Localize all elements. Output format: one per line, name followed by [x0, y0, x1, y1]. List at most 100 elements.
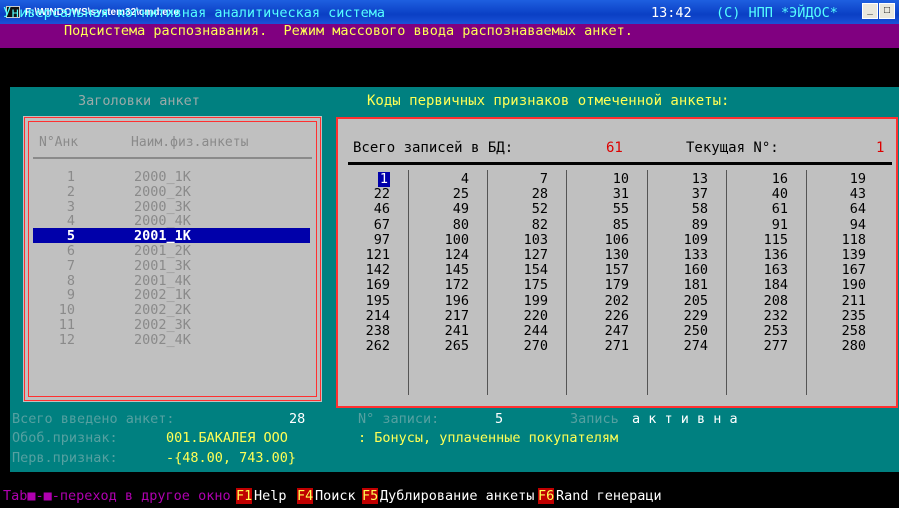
code-cell[interactable]: 121	[346, 247, 390, 263]
code-cell[interactable]: 130	[585, 247, 629, 263]
code-cell[interactable]: 124	[425, 247, 469, 263]
f6-key[interactable]: F6	[538, 488, 555, 504]
code-cell[interactable]: 106	[585, 232, 629, 248]
f5-duplicate[interactable]: Дублирование анкеты	[380, 488, 534, 504]
code-cell[interactable]: 67	[346, 217, 390, 233]
code-cell[interactable]: 10	[585, 171, 629, 187]
code-cell[interactable]: 136	[744, 247, 788, 263]
questionnaire-row[interactable]: 9 2002_1K	[33, 287, 310, 303]
code-cell[interactable]: 235	[822, 308, 866, 324]
code-cell[interactable]: 169	[346, 278, 390, 293]
questionnaire-row[interactable]: 1 2000_1K	[33, 169, 310, 185]
questionnaire-row[interactable]: 3 2000_3K	[33, 199, 310, 215]
code-cell[interactable]: 58	[664, 202, 708, 217]
code-cell[interactable]: 199	[504, 293, 548, 309]
code-cell[interactable]: 277	[744, 338, 788, 354]
codes-panel[interactable]: Всего записей в БД: 61 Текущая N°: 1 1 22…	[336, 117, 898, 408]
code-cell[interactable]: 184	[744, 278, 788, 293]
code-cell[interactable]: 163	[744, 263, 788, 278]
code-cell[interactable]: 61	[744, 202, 788, 217]
code-cell[interactable]: 46	[346, 202, 390, 217]
code-cell[interactable]: 25	[425, 187, 469, 202]
code-cell[interactable]: 28	[504, 187, 548, 202]
code-cell[interactable]: 16	[744, 171, 788, 187]
code-cell[interactable]: 220	[504, 308, 548, 324]
code-cell[interactable]: 94	[822, 217, 866, 233]
code-cell[interactable]: 7	[504, 171, 548, 187]
code-cell[interactable]: 4	[425, 171, 469, 187]
code-cell[interactable]: 49	[425, 202, 469, 217]
code-cell[interactable]: 167	[822, 263, 866, 278]
questionnaire-row[interactable]: 6 2001_2K	[33, 243, 310, 259]
code-cell[interactable]: 217	[425, 308, 469, 324]
questionnaire-row[interactable]: 11 2002_3K	[33, 317, 310, 333]
code-cell[interactable]: 226	[585, 308, 629, 324]
code-cell[interactable]: 89	[664, 217, 708, 233]
code-cell[interactable]: 97	[346, 232, 390, 248]
code-cell[interactable]: 229	[664, 308, 708, 324]
code-cell[interactable]: 175	[504, 278, 548, 293]
code-cell[interactable]: 196	[425, 293, 469, 309]
code-cell[interactable]: 208	[744, 293, 788, 309]
maximize-button[interactable]: □	[879, 3, 895, 19]
questionnaire-row[interactable]: 7 2001_3K	[33, 258, 310, 274]
code-cell[interactable]: 31	[585, 187, 629, 202]
code-cell[interactable]: 157	[585, 263, 629, 278]
code-cell[interactable]: 211	[822, 293, 866, 309]
code-cell[interactable]: 142	[346, 263, 390, 278]
code-cell[interactable]: 154	[504, 263, 548, 278]
f4-key[interactable]: F4	[297, 488, 314, 504]
code-cell[interactable]: 214	[346, 308, 390, 324]
code-cell[interactable]: 190	[822, 278, 866, 293]
code-cell[interactable]: 43	[822, 187, 866, 202]
questionnaire-row[interactable]: 2 2000_2K	[33, 184, 310, 200]
f1-key[interactable]: F1	[236, 488, 253, 504]
questionnaire-list-panel[interactable]: N°Анк Наим.физ.анкеты 1 2000_1K 2 2000_2K 3 2…	[23, 116, 322, 402]
code-cell[interactable]: 181	[664, 278, 708, 293]
code-cell[interactable]: 52	[504, 202, 548, 217]
code-cell[interactable]: 139	[822, 247, 866, 263]
code-cell[interactable]: 265	[425, 338, 469, 354]
f4-search[interactable]: Поиск	[315, 488, 356, 504]
code-cell[interactable]: 262	[346, 338, 390, 354]
code-cell[interactable]: 91	[744, 217, 788, 233]
code-cell[interactable]: 160	[664, 263, 708, 278]
f1-help[interactable]: Help	[254, 488, 287, 504]
code-cell[interactable]: 109	[664, 232, 708, 248]
code-cell[interactable]: 250	[664, 323, 708, 339]
questionnaire-row[interactable]: 8 2001_4K	[33, 273, 310, 289]
code-cell[interactable]: 82	[504, 217, 548, 233]
code-cell[interactable]: 270	[504, 338, 548, 354]
code-cell[interactable]: 253	[744, 323, 788, 339]
code-cell[interactable]: 55	[585, 202, 629, 217]
code-cell[interactable]: 271	[585, 338, 629, 354]
code-cell[interactable]: 13	[664, 171, 708, 187]
code-cell[interactable]: 80	[425, 217, 469, 233]
code-cell[interactable]: 179	[585, 278, 629, 293]
code-cell[interactable]: 238	[346, 323, 390, 339]
code-cell[interactable]: 205	[664, 293, 708, 309]
code-cell[interactable]: 280	[822, 338, 866, 354]
code-cell[interactable]: 85	[585, 217, 629, 233]
code-cell[interactable]: 258	[822, 323, 866, 339]
code-cell[interactable]: 100	[425, 232, 469, 248]
f5-key[interactable]: F5	[362, 488, 379, 504]
code-cell[interactable]: 37	[664, 187, 708, 202]
code-cell[interactable]: 118	[822, 232, 866, 248]
code-cell[interactable]: 195	[346, 293, 390, 309]
code-cell[interactable]: 274	[664, 338, 708, 354]
code-cell[interactable]: 40	[744, 187, 788, 202]
code-cell[interactable]: 127	[504, 247, 548, 263]
code-cell[interactable]: 115	[744, 232, 788, 248]
code-cell[interactable]: 202	[585, 293, 629, 309]
minimize-button[interactable]: _	[862, 3, 878, 19]
code-cell[interactable]: 19	[822, 171, 866, 187]
code-cell[interactable]: 172	[425, 278, 469, 293]
questionnaire-row[interactable]: 10 2002_2K	[33, 302, 310, 318]
questionnaire-row[interactable]: 4 2000_4K	[33, 213, 310, 229]
code-cell[interactable]: 103	[504, 232, 548, 248]
code-cell[interactable]: 1	[346, 171, 390, 188]
code-cell[interactable]: 232	[744, 308, 788, 324]
questionnaire-row[interactable]: 5 2001_1K	[33, 228, 310, 244]
code-cell[interactable]: 244	[504, 323, 548, 339]
